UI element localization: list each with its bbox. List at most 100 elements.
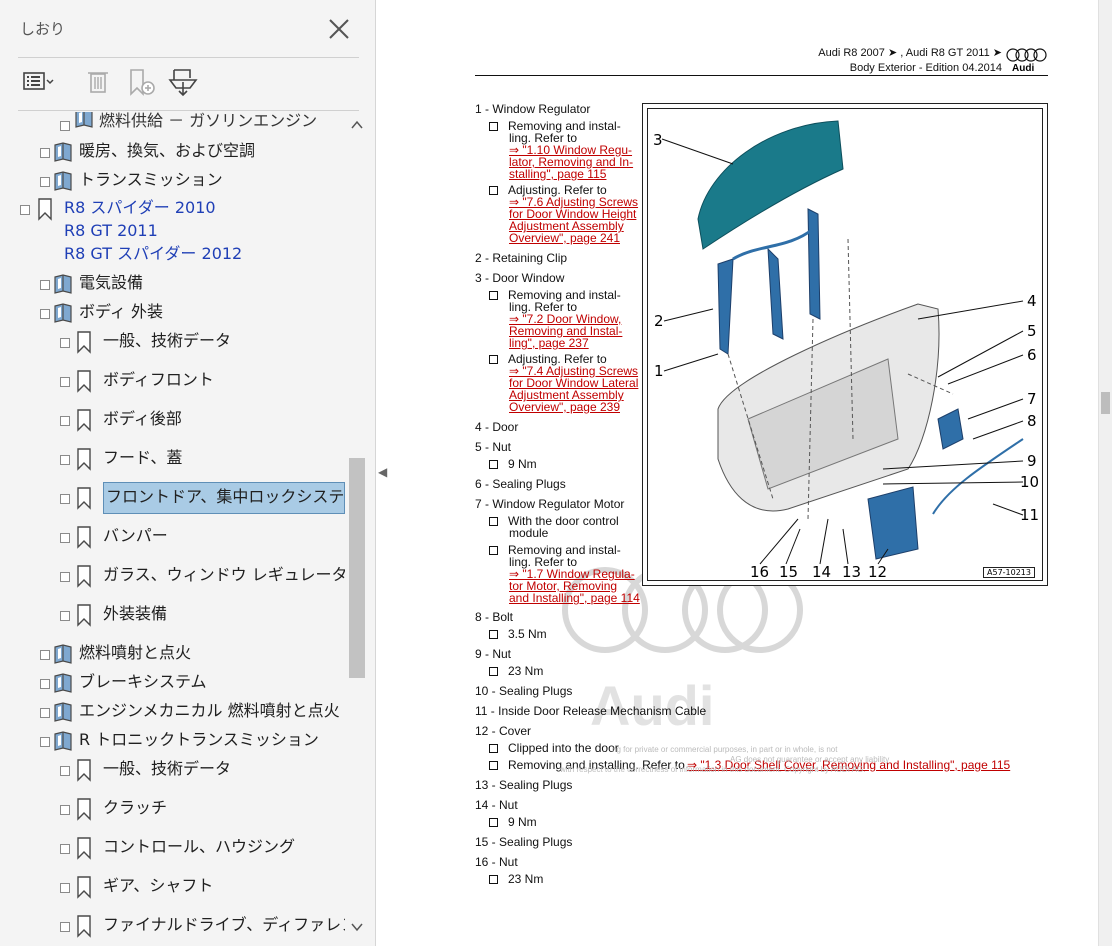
part-detail: 23 Nm: [489, 872, 543, 886]
expand-toggle[interactable]: [60, 922, 70, 932]
scroll-up-icon[interactable]: [351, 120, 363, 130]
document-scrollbar[interactable]: [1098, 0, 1112, 946]
bookmark-item[interactable]: 燃料噴射と点火: [0, 641, 345, 667]
bookmark-item[interactable]: 一般、技術データ: [0, 329, 345, 355]
document-scroll-thumb[interactable]: [1101, 392, 1110, 414]
callout-11: 11: [1020, 506, 1040, 524]
expand-toggle[interactable]: [40, 650, 50, 660]
expand-bookmark-icon[interactable]: [164, 64, 202, 100]
expand-toggle[interactable]: [40, 148, 50, 158]
book-icon: [54, 644, 72, 664]
expand-toggle[interactable]: [60, 611, 70, 621]
bookmark-label: クラッチ: [103, 798, 168, 817]
bookmark-item[interactable]: 電気設備: [0, 271, 345, 297]
checkbox-bullet-icon: [489, 460, 498, 470]
bookmark-label: 燃料供給 － ガソリンエンジン: [99, 112, 318, 130]
bookmark-item[interactable]: ボディ 外装: [0, 300, 345, 326]
bookmark-icon: [77, 759, 91, 782]
bookmark-item[interactable]: ファイナルドライブ、ディファレンシャル: [0, 913, 345, 939]
bookmark-label: R8 GT 2011: [64, 221, 158, 240]
bookmark-icon: [77, 604, 91, 627]
expand-toggle[interactable]: [40, 679, 50, 689]
expand-toggle[interactable]: [40, 737, 50, 747]
expand-toggle[interactable]: [60, 883, 70, 893]
part-title: 10 - Sealing Plugs: [475, 684, 573, 698]
bookmarks-panel: しおり 燃料供給 － ガソリンエンジン 暖房、換気、および空調 トランスミッショ…: [0, 0, 376, 946]
delete-icon[interactable]: [80, 64, 118, 100]
part-title: 9 - Nut: [475, 647, 512, 661]
expand-toggle[interactable]: [60, 416, 70, 426]
cross-reference-link[interactable]: and Installing", page 114: [509, 592, 640, 604]
expand-toggle[interactable]: [60, 121, 70, 131]
bookmark-item[interactable]: コントロール、ハウジング: [0, 835, 345, 861]
book-icon: [54, 171, 72, 191]
bookmark-item[interactable]: フロントドア、集中ロックシステム: [0, 482, 345, 514]
cross-reference-link[interactable]: Overview", page 241: [509, 232, 620, 244]
bookmark-label: エンジンメカニカル 燃料噴射と点火: [79, 701, 340, 720]
callout-4: 4: [1027, 292, 1037, 310]
part-detail: Clipped into the door: [489, 741, 619, 755]
new-bookmark-icon[interactable]: [122, 64, 160, 100]
bookmark-item[interactable]: ボディフロント: [0, 368, 345, 394]
part-title: 12 - Cover: [475, 724, 532, 738]
bookmark-icon: [77, 448, 91, 471]
checkbox-bullet-icon: [489, 818, 498, 828]
book-icon: [54, 702, 72, 722]
bookmark-item[interactable]: 外装装備: [0, 602, 345, 628]
bookmark-item[interactable]: ブレーキシステム: [0, 670, 345, 696]
checkbox-bullet-icon: [489, 122, 498, 132]
part-title: 14 - Nut: [475, 798, 518, 812]
bookmark-item[interactable]: 暖房、換気、および空調: [0, 139, 345, 165]
close-icon[interactable]: [326, 16, 352, 42]
bookmark-label: ファイナルドライブ、ディファレンシャル: [103, 915, 345, 934]
bookmark-item[interactable]: フード、蓋: [0, 446, 345, 472]
collapse-panel-icon[interactable]: ◀: [378, 465, 387, 479]
scroll-down-icon[interactable]: [351, 922, 363, 932]
bookmark-item[interactable]: R トロニックトランスミッション: [0, 728, 345, 754]
bookmark-label: バンパー: [103, 526, 168, 545]
expand-toggle[interactable]: [60, 377, 70, 387]
part-title: 11 - Inside Door Release Mechanism Cable: [475, 704, 707, 718]
options-menu-icon[interactable]: [18, 64, 56, 100]
expand-toggle[interactable]: [60, 844, 70, 854]
expand-toggle[interactable]: [60, 338, 70, 348]
expand-toggle[interactable]: [40, 280, 50, 290]
callout-15: 15: [779, 563, 799, 581]
expand-toggle[interactable]: [60, 533, 70, 543]
bookmark-item[interactable]: 一般、技術データ: [0, 757, 345, 783]
bookmark-item[interactable]: クラッチ: [0, 796, 345, 822]
bookmark-item[interactable]: トランスミッション: [0, 168, 345, 194]
checkbox-bullet-icon: [489, 291, 498, 301]
cross-reference-link[interactable]: Overview", page 239: [509, 401, 620, 413]
bookmark-item[interactable]: エンジンメカニカル 燃料噴射と点火: [0, 699, 345, 725]
bookmark-item[interactable]: R8 GT スパイダー 2012: [0, 242, 345, 268]
door-diagram: [661, 120, 1024, 565]
panel-scroll-thumb[interactable]: [349, 458, 365, 678]
callout-10: 10: [1020, 473, 1040, 491]
expand-toggle[interactable]: [60, 572, 70, 582]
part-title: 13 - Sealing Plugs: [475, 778, 573, 792]
bookmark-item[interactable]: ボディ後部: [0, 407, 345, 433]
callout-3: 3: [653, 131, 663, 149]
bookmark-item[interactable]: 燃料供給 － ガソリンエンジン: [0, 112, 345, 138]
part-detail: 23 Nm: [489, 664, 543, 678]
cross-reference-link[interactable]: stalling", page 115: [509, 168, 606, 180]
bookmark-label: フード、蓋: [103, 448, 183, 467]
callout-7: 7: [1027, 390, 1037, 408]
bookmark-item[interactable]: ガラス、ウィンドウ レギュレーター: [0, 563, 345, 589]
callout-16: 16: [750, 563, 770, 581]
bookmark-label: 燃料噴射と点火: [79, 643, 192, 662]
expand-toggle[interactable]: [60, 766, 70, 776]
cross-reference-link[interactable]: ling", page 237: [509, 337, 589, 349]
expand-toggle[interactable]: [40, 309, 50, 319]
expand-toggle[interactable]: [60, 455, 70, 465]
bookmark-item[interactable]: ギア、シャフト: [0, 874, 345, 900]
expand-toggle[interactable]: [60, 494, 70, 504]
expand-toggle[interactable]: [40, 177, 50, 187]
audi-rings-icon: [1006, 48, 1047, 62]
audi-logo-text: Audi: [1012, 63, 1035, 74]
expand-toggle[interactable]: [20, 205, 30, 215]
bookmark-item[interactable]: バンパー: [0, 524, 345, 550]
expand-toggle[interactable]: [40, 708, 50, 718]
expand-toggle[interactable]: [60, 805, 70, 815]
